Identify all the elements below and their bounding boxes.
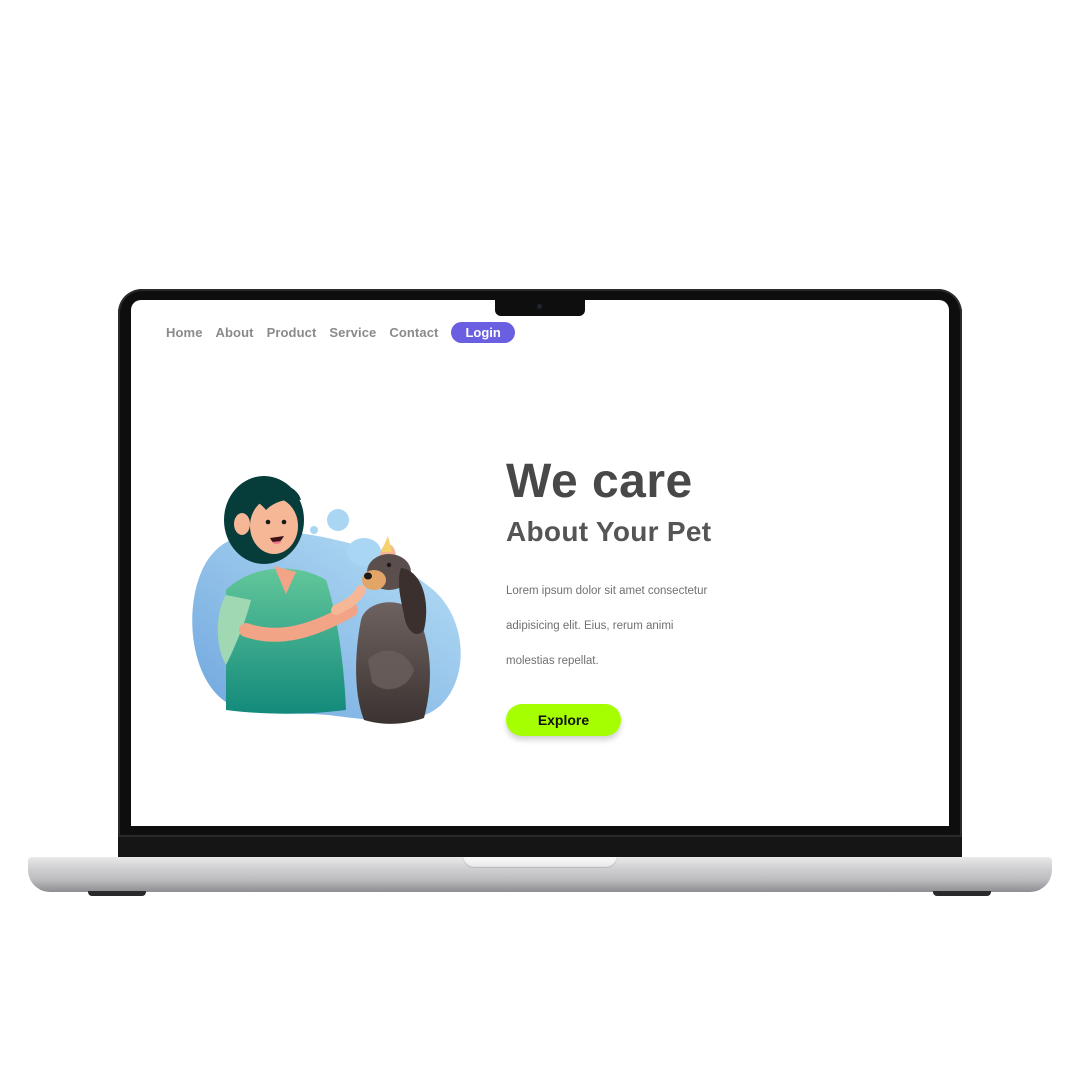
nav-link-product[interactable]: Product	[267, 325, 317, 340]
nav-link-home[interactable]: Home	[166, 325, 203, 340]
website-screen: Home About Product Service Contact Login	[131, 300, 949, 826]
pet-care-illustration	[192, 476, 461, 724]
laptop-mockup: Home About Product Service Contact Login	[0, 0, 1080, 1080]
hero-subtitle: About Your Pet	[506, 516, 712, 547]
camera-icon	[537, 304, 542, 309]
hero-description-line: molestias repellat.	[506, 655, 599, 667]
hero-description: Lorem ipsum dolor sit amet consectetur a…	[506, 574, 756, 679]
hero-title: We care	[506, 455, 693, 508]
top-navigation: Home About Product Service Contact Login	[166, 322, 515, 343]
laptop-chin	[118, 837, 962, 858]
hero-description-line: adipisicing elit. Eius, rerum animi	[506, 620, 674, 632]
explore-button[interactable]: Explore	[506, 704, 621, 736]
laptop-foot-left	[88, 891, 146, 896]
hero-description-line: Lorem ipsum dolor sit amet consectetur	[506, 585, 708, 597]
login-button[interactable]: Login	[451, 322, 515, 343]
lid-opening-notch	[463, 857, 617, 868]
laptop-foot-right	[933, 891, 991, 896]
nav-link-contact[interactable]: Contact	[389, 325, 438, 340]
nav-link-about[interactable]: About	[216, 325, 254, 340]
nav-link-service[interactable]: Service	[329, 325, 376, 340]
